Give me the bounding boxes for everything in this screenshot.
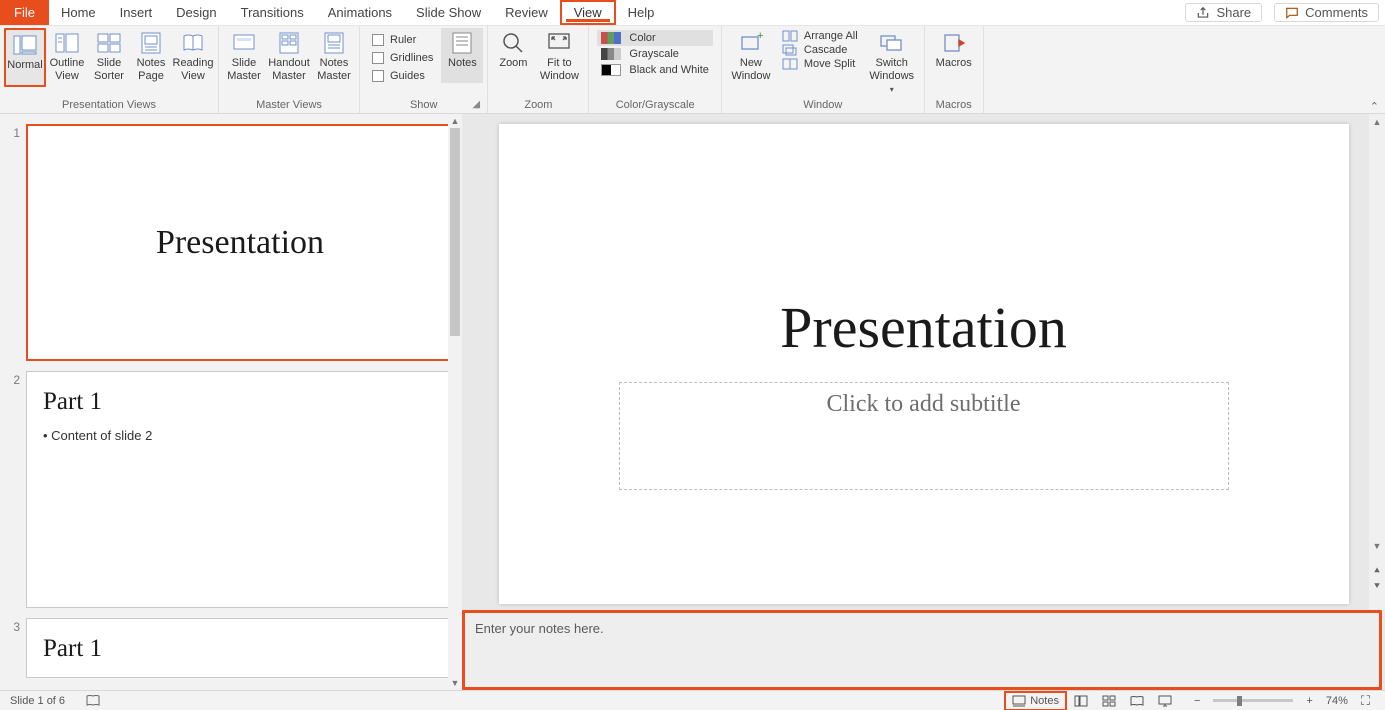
notes-master-button[interactable]: Notes Master [313,28,355,83]
bw-swatch-icon [601,64,621,76]
next-slide-icon[interactable]: ⯆ [1373,581,1381,592]
slide-canvas-area: Presentation Click to add subtitle ▲ ▼ ⯅… [462,114,1385,610]
status-normal-view-button[interactable] [1067,691,1095,710]
handout-master-button[interactable]: Handout Master [265,28,313,83]
book-icon [85,694,101,708]
group-label-color: Color/Grayscale [593,99,716,113]
grayscale-swatch-icon [601,48,621,60]
collapse-ribbon-button[interactable]: ⌃ [1370,100,1379,113]
reading-view-icon [180,31,206,55]
reading-view-button[interactable]: Reading View [172,28,214,83]
status-sorter-view-button[interactable] [1095,691,1123,710]
outline-view-icon [54,31,80,55]
zoom-button[interactable]: Zoom [492,28,534,83]
notes-page-button[interactable]: Notes Page [130,28,172,83]
status-slideshow-button[interactable] [1151,691,1179,710]
group-label-show: Show [364,99,483,113]
new-window-icon: + [738,31,764,55]
fit-to-window-icon [546,31,572,55]
color-swatch-icon [601,32,621,44]
slide-sorter-button[interactable]: Slide Sorter [88,28,130,83]
comments-button[interactable]: Comments [1274,3,1379,22]
fit-to-window-button[interactable]: Fit to Window [534,28,584,83]
slide-thumbnail-1[interactable]: Presentation [26,124,454,361]
tab-insert[interactable]: Insert [108,0,165,25]
notes-pane[interactable]: Enter your notes here. [462,610,1382,690]
fit-slide-button[interactable]: ⛶ [1354,691,1377,710]
macros-button[interactable]: Macros [929,28,979,83]
share-icon [1196,6,1210,20]
ribbon-tabs: File Home Insert Design Transitions Anim… [0,0,1385,26]
slide-thumbnails-panel: 1 Presentation 2 Part 1 • Content of sli… [0,114,462,690]
zoom-level[interactable]: 74% [1326,695,1348,707]
guides-checkbox[interactable]: Guides [372,70,433,82]
normal-view-icon [12,33,38,57]
notes-page-icon [138,31,164,55]
tab-file[interactable]: File [0,0,49,25]
tab-help[interactable]: Help [616,0,667,25]
slide-thumbnail-2[interactable]: Part 1 • Content of slide 2 [26,371,454,608]
ribbon: Normal Outline View Slide Sorter Notes P… [0,26,1385,114]
thumbnails-scrollbar[interactable]: ▲ ▼ [448,114,462,690]
slide-subtitle-placeholder[interactable]: Click to add subtitle [619,382,1229,490]
group-label-zoom: Zoom [492,99,584,113]
status-reading-view-button[interactable] [1123,691,1151,710]
grayscale-mode-button[interactable]: Grayscale [601,48,708,60]
tab-view[interactable]: View [560,0,616,25]
tab-animations[interactable]: Animations [316,0,404,25]
notes-icon [1012,695,1026,707]
notes-pane-icon [449,31,475,55]
group-label-window: Window [726,99,920,113]
macros-icon [941,31,967,55]
zoom-slider[interactable] [1213,699,1293,702]
zoom-in-button[interactable]: + [1299,691,1319,710]
status-bar: Slide 1 of 6 Notes − + 74% ⛶ [0,690,1385,710]
slide-counter[interactable]: Slide 1 of 6 [0,695,75,707]
group-label-master-views: Master Views [223,99,355,113]
bw-mode-button[interactable]: Black and White [601,64,708,76]
move-split-button[interactable]: Move Split [782,58,858,70]
slide-sorter-icon [96,31,122,55]
show-dialog-launcher[interactable]: ◢ [472,99,484,111]
notes-master-icon [321,31,347,55]
zoom-icon [500,31,526,55]
group-label-macros: Macros [929,99,979,113]
ruler-checkbox[interactable]: Ruler [372,34,433,46]
tab-home[interactable]: Home [49,0,108,25]
thumb-number: 3 [6,618,20,678]
gridlines-checkbox[interactable]: Gridlines [372,52,433,64]
slide-thumbnail-3[interactable]: Part 1 [26,618,454,678]
slide-title-placeholder[interactable]: Presentation [499,294,1349,361]
slide-master-icon [231,31,257,55]
prev-slide-icon[interactable]: ⯅ [1373,566,1381,577]
slide-master-button[interactable]: Slide Master [223,28,265,83]
tab-slideshow[interactable]: Slide Show [404,0,493,25]
notes-pane-button[interactable]: Notes [441,28,483,83]
color-mode-button[interactable]: Color [597,30,712,46]
handout-master-icon [276,31,302,55]
arrange-all-button[interactable]: Arrange All [782,30,858,42]
outline-view-button[interactable]: Outline View [46,28,88,83]
normal-view-button[interactable]: Normal [4,28,46,87]
cascade-button[interactable]: Cascade [782,44,858,56]
share-button[interactable]: Share [1185,3,1262,22]
svg-text:+: + [757,32,763,42]
thumb-number: 1 [6,124,20,361]
tab-design[interactable]: Design [164,0,228,25]
new-window-button[interactable]: + New Window [726,28,776,83]
comment-icon [1285,6,1299,20]
status-notes-button[interactable]: Notes [1004,691,1067,710]
thumb-number: 2 [6,371,20,608]
slide-canvas[interactable]: Presentation Click to add subtitle [499,124,1349,604]
switch-windows-icon [879,31,905,55]
spellcheck-status[interactable] [75,694,111,708]
zoom-out-button[interactable]: − [1187,691,1207,710]
editor-scrollbar[interactable]: ▲ ▼ ⯅ ⯆ [1369,114,1385,610]
tab-review[interactable]: Review [493,0,560,25]
tab-transitions[interactable]: Transitions [229,0,316,25]
group-label-presentation-views: Presentation Views [4,99,214,113]
switch-windows-button[interactable]: Switch Windows ▾ [864,28,920,94]
